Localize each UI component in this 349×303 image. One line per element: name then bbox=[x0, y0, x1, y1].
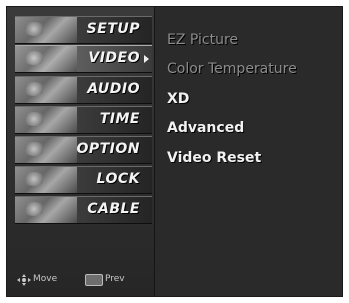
menu-item-setup[interactable]: SETUP bbox=[15, 16, 152, 44]
menu-key-icon bbox=[85, 274, 103, 286]
menu-item-cable[interactable]: CABLE bbox=[15, 196, 152, 224]
submenu-item-advanced[interactable]: Advanced bbox=[167, 120, 244, 136]
audio-thumbnail-icon bbox=[15, 77, 77, 103]
submenu-item-color-temperature: Color Temperature bbox=[167, 61, 297, 77]
submenu-arrow-icon bbox=[144, 55, 149, 63]
lock-thumbnail-icon bbox=[15, 167, 77, 193]
menu-item-label: AUDIO bbox=[87, 81, 140, 97]
menu-item-label: LOCK bbox=[96, 171, 140, 187]
video-thumbnail-icon bbox=[15, 46, 77, 72]
menu-item-label: OPTION bbox=[76, 141, 140, 157]
menu-item-time[interactable]: TIME bbox=[15, 106, 152, 134]
option-thumbnail-icon bbox=[15, 137, 77, 163]
footer-prev-label: Prev bbox=[105, 274, 125, 284]
menu-item-option[interactable]: OPTION bbox=[15, 136, 152, 164]
move-arrows-icon bbox=[17, 274, 31, 286]
menu-item-lock[interactable]: LOCK bbox=[15, 166, 152, 194]
menu-item-label: SETUP bbox=[86, 21, 140, 37]
main-menu: SETUP VIDEO AUDIO TIME OPTION LOCK CABLE bbox=[7, 7, 155, 296]
menu-item-label: VIDEO bbox=[88, 50, 140, 66]
menu-item-label: TIME bbox=[99, 111, 140, 127]
time-thumbnail-icon bbox=[15, 107, 77, 133]
menu-item-audio[interactable]: AUDIO bbox=[15, 76, 152, 104]
setup-thumbnail-icon bbox=[15, 17, 77, 43]
footer-move-label: Move bbox=[33, 274, 58, 284]
submenu-item-xd[interactable]: XD bbox=[167, 91, 189, 107]
menu-item-video[interactable]: VIDEO bbox=[15, 45, 152, 73]
osd-screen: SETUP VIDEO AUDIO TIME OPTION LOCK CABLE bbox=[6, 6, 343, 297]
submenu-item-ez-picture: EZ Picture bbox=[167, 32, 239, 48]
menu-item-label: CABLE bbox=[87, 201, 140, 217]
cable-thumbnail-icon bbox=[15, 197, 77, 223]
submenu-item-video-reset[interactable]: Video Reset bbox=[167, 150, 261, 166]
